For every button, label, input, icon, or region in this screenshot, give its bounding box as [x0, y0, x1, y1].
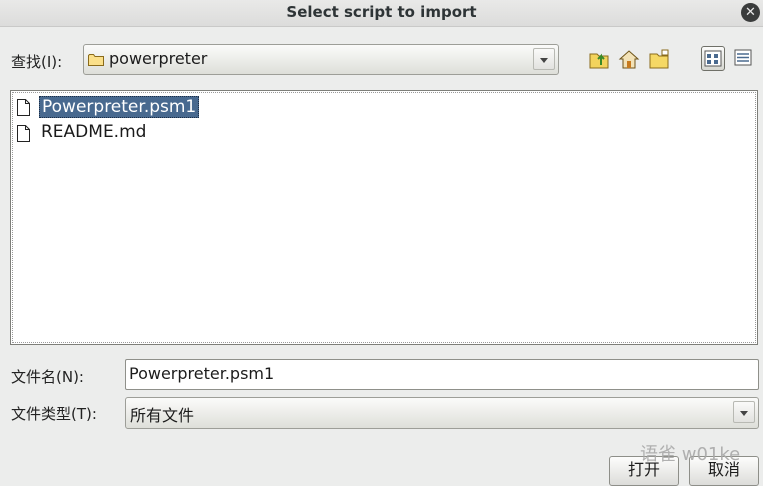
lookin-value: powerpreter	[109, 49, 208, 68]
lookin-combo[interactable]: powerpreter	[83, 44, 559, 75]
title-bar: Select script to import ✕	[0, 0, 763, 27]
chevron-down-icon[interactable]	[733, 401, 755, 423]
file-name: README.md	[41, 122, 147, 142]
lookin-value-wrapper: powerpreter	[88, 49, 207, 68]
list-view-icon[interactable]	[701, 46, 725, 71]
filename-label: 文件名(N):	[11, 368, 84, 386]
filetype-combo[interactable]: 所有文件	[125, 397, 759, 429]
filetype-label: 文件类型(T):	[11, 405, 97, 423]
filename-value: Powerpreter.psm1	[129, 364, 275, 383]
lookin-label: 查找(I):	[11, 53, 63, 71]
file-icon	[16, 99, 31, 121]
file-icon	[16, 125, 31, 147]
dialog-title: Select script to import	[286, 3, 477, 21]
watermark: 语雀 w01ke	[640, 444, 741, 465]
file-list[interactable]: Powerpreter.psm1 README.md	[10, 90, 758, 345]
up-folder-icon[interactable]	[588, 47, 612, 71]
chevron-down-icon[interactable]	[533, 48, 555, 70]
folder-icon	[88, 51, 104, 66]
filename-input[interactable]: Powerpreter.psm1	[125, 359, 759, 390]
details-view-icon[interactable]	[732, 46, 756, 71]
close-icon[interactable]: ✕	[741, 3, 760, 22]
new-folder-icon[interactable]	[648, 47, 672, 71]
filetype-value: 所有文件	[130, 406, 195, 425]
home-folder-icon[interactable]	[617, 47, 641, 71]
file-name: Powerpreter.psm1	[39, 96, 200, 118]
